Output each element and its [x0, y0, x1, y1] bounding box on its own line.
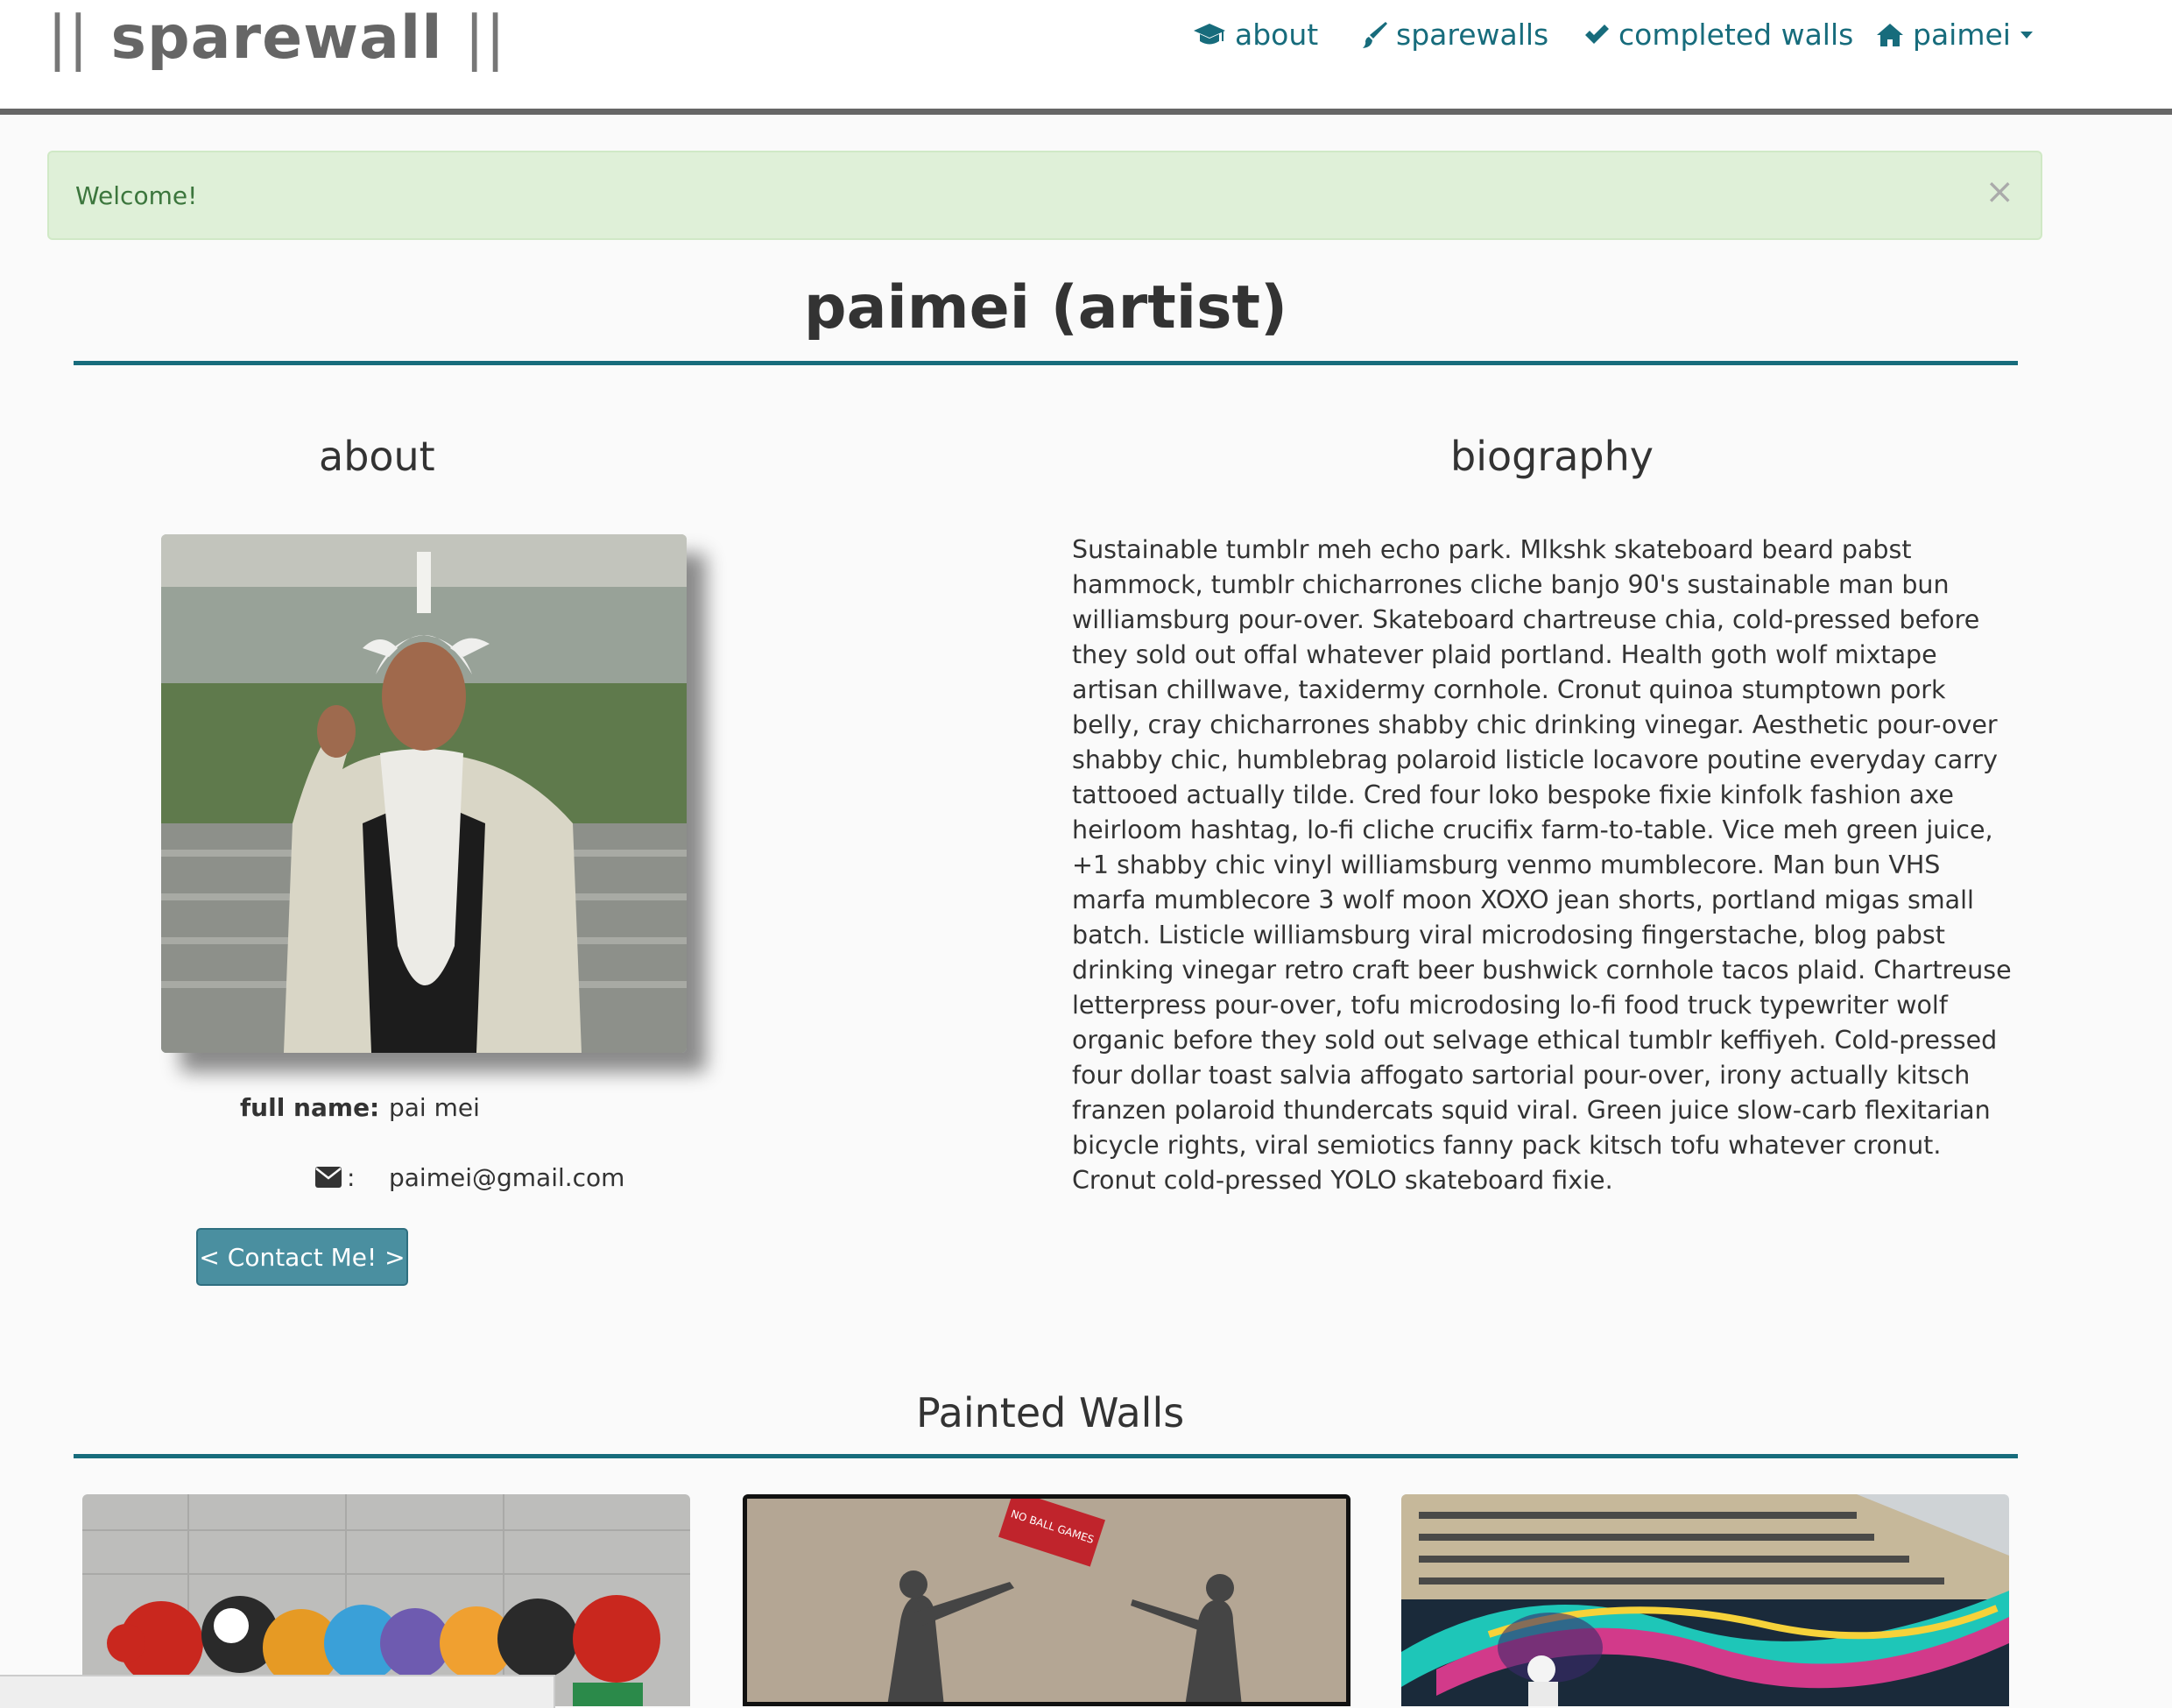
artist-portrait: [161, 534, 687, 1053]
wall-thumbnail[interactable]: NO BALL GAMES: [743, 1494, 1350, 1706]
page-title: paimei (artist): [803, 273, 1288, 342]
nav-user-label: paimei: [1913, 18, 2011, 52]
wall-thumbnail[interactable]: [1401, 1494, 2009, 1706]
painted-walls-heading: Painted Walls: [916, 1389, 1185, 1436]
wall-image: NO BALL GAMES: [747, 1499, 1346, 1702]
fullname-value: pai mei: [389, 1093, 480, 1122]
caret-down-icon: [2020, 31, 2033, 39]
biography-text: Sustainable tumblr meh echo park. Mlkshk…: [1072, 535, 2012, 1195]
brand-logo[interactable]: || sparewall ||: [47, 4, 506, 73]
portrait-image: [161, 534, 687, 1053]
nav-completed-walls-label: completed walls: [1618, 18, 1854, 52]
wall-image: [1401, 1494, 2009, 1706]
graduation-cap-icon: [1194, 23, 1225, 44]
nav-sparewalls-label: sparewalls: [1396, 18, 1549, 52]
brand-bars-right: ||: [464, 4, 507, 73]
nav-completed-walls[interactable]: completed walls: [1583, 18, 1853, 52]
title-divider: [74, 361, 2018, 365]
welcome-alert: Welcome! ×: [47, 151, 2042, 240]
brand-name: sparewall: [110, 4, 443, 73]
brand-bars-left: ||: [47, 4, 89, 73]
browser-status-bar: [0, 1675, 555, 1708]
paint-brush-icon: [1363, 21, 1387, 48]
nav-sparewalls[interactable]: sparewalls: [1361, 18, 1548, 52]
about-heading: about: [319, 433, 435, 480]
contact-button[interactable]: < Contact Me! >: [196, 1228, 408, 1286]
nav-about[interactable]: about: [1193, 18, 1318, 52]
navbar: || sparewall || about sparewalls complet…: [0, 0, 2172, 115]
painted-walls-divider: [74, 1454, 2018, 1458]
envelope-icon: [315, 1167, 342, 1188]
nav-about-label: about: [1235, 18, 1319, 52]
nav-user-menu[interactable]: paimei: [1876, 18, 2034, 52]
fullname-label: full name:: [240, 1093, 380, 1122]
email-value: paimei@gmail.com: [389, 1163, 625, 1192]
check-icon: [1585, 24, 1609, 44]
alert-message: Welcome!: [75, 181, 198, 210]
biography-heading: biography: [1450, 433, 1654, 480]
home-icon: [1877, 23, 1903, 46]
email-label: :: [347, 1163, 356, 1192]
alert-close-icon[interactable]: ×: [1985, 172, 2014, 212]
